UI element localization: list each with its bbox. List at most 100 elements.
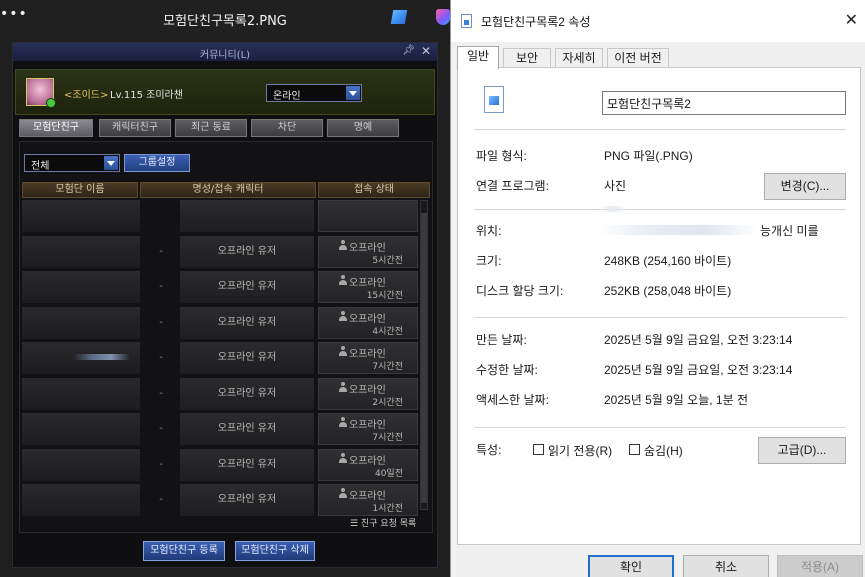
chevron-down-icon[interactable] (104, 156, 118, 170)
divider (474, 317, 846, 318)
community-tabs: 모험단친구 캐릭터친구 최근 동료 차단 명예 (19, 119, 433, 137)
file-name-input[interactable] (602, 91, 846, 115)
disk-size-label: 디스크 할당 크기: (476, 284, 564, 298)
table-row[interactable]: - 오프라인 유저 오프라인 1시간전 (22, 484, 418, 516)
reputation-cell: - (159, 458, 163, 470)
community-title-bar: 커뮤니티(L) 📌︎ ✕ (13, 43, 437, 61)
tab-adventure-friends[interactable]: 모험단친구 (19, 119, 93, 137)
status-text: 오프라인 (349, 242, 386, 254)
reputation-cell: - (159, 423, 163, 434)
table-row[interactable]: - 오프라인 유저 오프라인 15시간전 (22, 271, 418, 303)
status-cell: 오프라인 7시간전 (318, 413, 418, 445)
tab-recent-party[interactable]: 최근 동료 (175, 119, 247, 137)
properties-dialog: 모험단친구목록2 속성 ✕ 일반 보안 자세히 이전 버전 파일 형식: PNG… (450, 0, 865, 577)
table-row[interactable]: - 오프라인 유저 오프라인 2시간전 (22, 377, 418, 410)
person-icon (339, 310, 347, 321)
dialog-title-bar: 모험단친구목록2 속성 ✕ (451, 0, 865, 42)
character-cell: 오프라인 유저 (180, 235, 314, 268)
opens-with-value: 사진 (604, 179, 627, 193)
size-value: 248KB (254,160 바이트) (604, 254, 732, 268)
tab-previous-versions[interactable]: 이전 버전 (607, 48, 669, 68)
reputation-cell: - (159, 352, 163, 363)
modified-label: 수정한 날짜: (476, 363, 538, 377)
tab-honor[interactable]: 명예 (327, 119, 399, 137)
column-header-name[interactable]: 모험단 이름 (22, 182, 138, 198)
friend-name-cell (22, 484, 140, 516)
person-icon (339, 417, 347, 427)
table-row[interactable]: - 오프라인 유저 오프라인 5시간전 (22, 235, 418, 268)
copilot-icon[interactable] (436, 9, 450, 25)
scrollbar-thumb[interactable] (421, 213, 427, 503)
file-type-label: 파일 형식: (476, 149, 527, 163)
online-status-select[interactable]: 온라인 (266, 84, 362, 102)
character-cell: 오프라인 유저 (180, 306, 314, 339)
attributes-label: 특성: (476, 443, 502, 457)
image-viewer-window: ••• 모험단친구목록2.PNG 커뮤니티(L) 📌︎ ✕ <조이드> Lv.1… (0, 0, 450, 577)
character-cell: 오프라인 유저 (180, 342, 314, 374)
tab-character-friends[interactable]: 캐릭터친구 (99, 119, 171, 137)
modified-value: 2025년 5월 9일 금요일, 오전 3:23:14 (604, 363, 793, 377)
friend-name-cell (22, 306, 140, 339)
friend-request-list-link[interactable]: ☰ 친구 요청 목록 (350, 516, 416, 529)
reputation-cell: - (159, 387, 163, 399)
location-label: 위치: (476, 224, 502, 238)
dialog-tabs: 일반 보안 자세히 이전 버전 (457, 46, 857, 69)
column-header-status[interactable]: 접속 상태 (318, 182, 430, 198)
table-row[interactable]: - 오프라인 유저 오프라인 4시간전 (22, 306, 418, 339)
image-file-icon (461, 14, 472, 28)
last-seen-text: 1시간전 (372, 504, 403, 514)
status-cell: 오프라인 7시간전 (318, 342, 418, 374)
group-settings-button[interactable]: 그룹설정 (124, 154, 190, 172)
friend-name-cell (22, 200, 140, 232)
table-row[interactable]: - 오프라인 유저 오프라인 7시간전 (22, 413, 418, 445)
character-cell: 오프라인 유저 (180, 377, 314, 410)
last-seen-text: 2시간전 (372, 397, 403, 408)
readonly-checkbox[interactable] (533, 444, 544, 455)
dialog-title: 모험단친구목록2 속성 (481, 15, 591, 29)
table-row[interactable]: - 오프라인 유저 오프라인 7시간전 (22, 342, 418, 374)
accessed-value: 2025년 5월 9일 오늘, 1분 전 (604, 393, 749, 407)
add-friend-button[interactable]: 모험단친구 등록 (143, 541, 225, 561)
change-button[interactable]: 변경(C)... (764, 173, 846, 200)
divider (474, 209, 846, 210)
reputation-cell: - (159, 494, 163, 505)
table-row[interactable] (22, 200, 418, 232)
status-cell (318, 200, 418, 232)
tab-details[interactable]: 자세히 (555, 48, 603, 68)
status-cell: 오프라인 15시간전 (318, 271, 418, 303)
group-filter-select[interactable]: 전체 (24, 154, 120, 172)
friend-name-cell (22, 377, 140, 410)
reputation-cell (142, 200, 180, 232)
tab-blocked[interactable]: 차단 (251, 119, 323, 137)
pin-icon[interactable]: 📌︎ (402, 45, 415, 56)
delete-friend-button[interactable]: 모험단친구 삭제 (235, 541, 315, 561)
tab-security[interactable]: 보안 (503, 48, 551, 68)
last-seen-text: 4시간전 (372, 326, 403, 337)
cancel-button[interactable]: 취소 (683, 555, 769, 577)
hidden-checkbox[interactable] (629, 444, 640, 455)
guild-name: <조이드> (64, 90, 109, 101)
friend-list-panel: 전체 그룹설정 모험단 이름 명성/접속 캐릭터 접속 상태 - 오프라인 유저 오… (19, 141, 433, 533)
ok-button[interactable]: 확인 (588, 555, 674, 577)
tab-general[interactable]: 일반 (457, 46, 499, 69)
edit-image-icon[interactable] (390, 10, 408, 24)
friend-name-cell (22, 342, 140, 374)
close-icon[interactable]: ✕ (845, 10, 858, 30)
hidden-label: 숨김(H) (644, 444, 683, 458)
redacted-region (598, 206, 628, 212)
chevron-down-icon[interactable] (346, 86, 360, 100)
character-cell: 오프라인 유저 (180, 448, 314, 481)
advanced-button[interactable]: 고급(D)... (758, 437, 846, 464)
redacted-region (74, 354, 130, 360)
close-icon[interactable]: ✕ (421, 44, 431, 58)
person-icon (339, 452, 347, 463)
character-cell (180, 200, 314, 232)
column-header-character[interactable]: 명성/접속 캐릭터 (140, 182, 316, 198)
friend-list-scrollbar[interactable] (420, 200, 428, 510)
apply-button[interactable]: 적용(A) (777, 555, 863, 577)
person-icon (339, 488, 347, 498)
general-tab-panel: 파일 형식: PNG 파일(.PNG) 연결 프로그램: 사진 변경(C)...… (457, 67, 861, 545)
table-row[interactable]: - 오프라인 유저 오프라인 40일전 (22, 448, 418, 481)
status-cell: 오프라인 1시간전 (318, 484, 418, 516)
status-cell: 오프라인 2시간전 (318, 377, 418, 410)
